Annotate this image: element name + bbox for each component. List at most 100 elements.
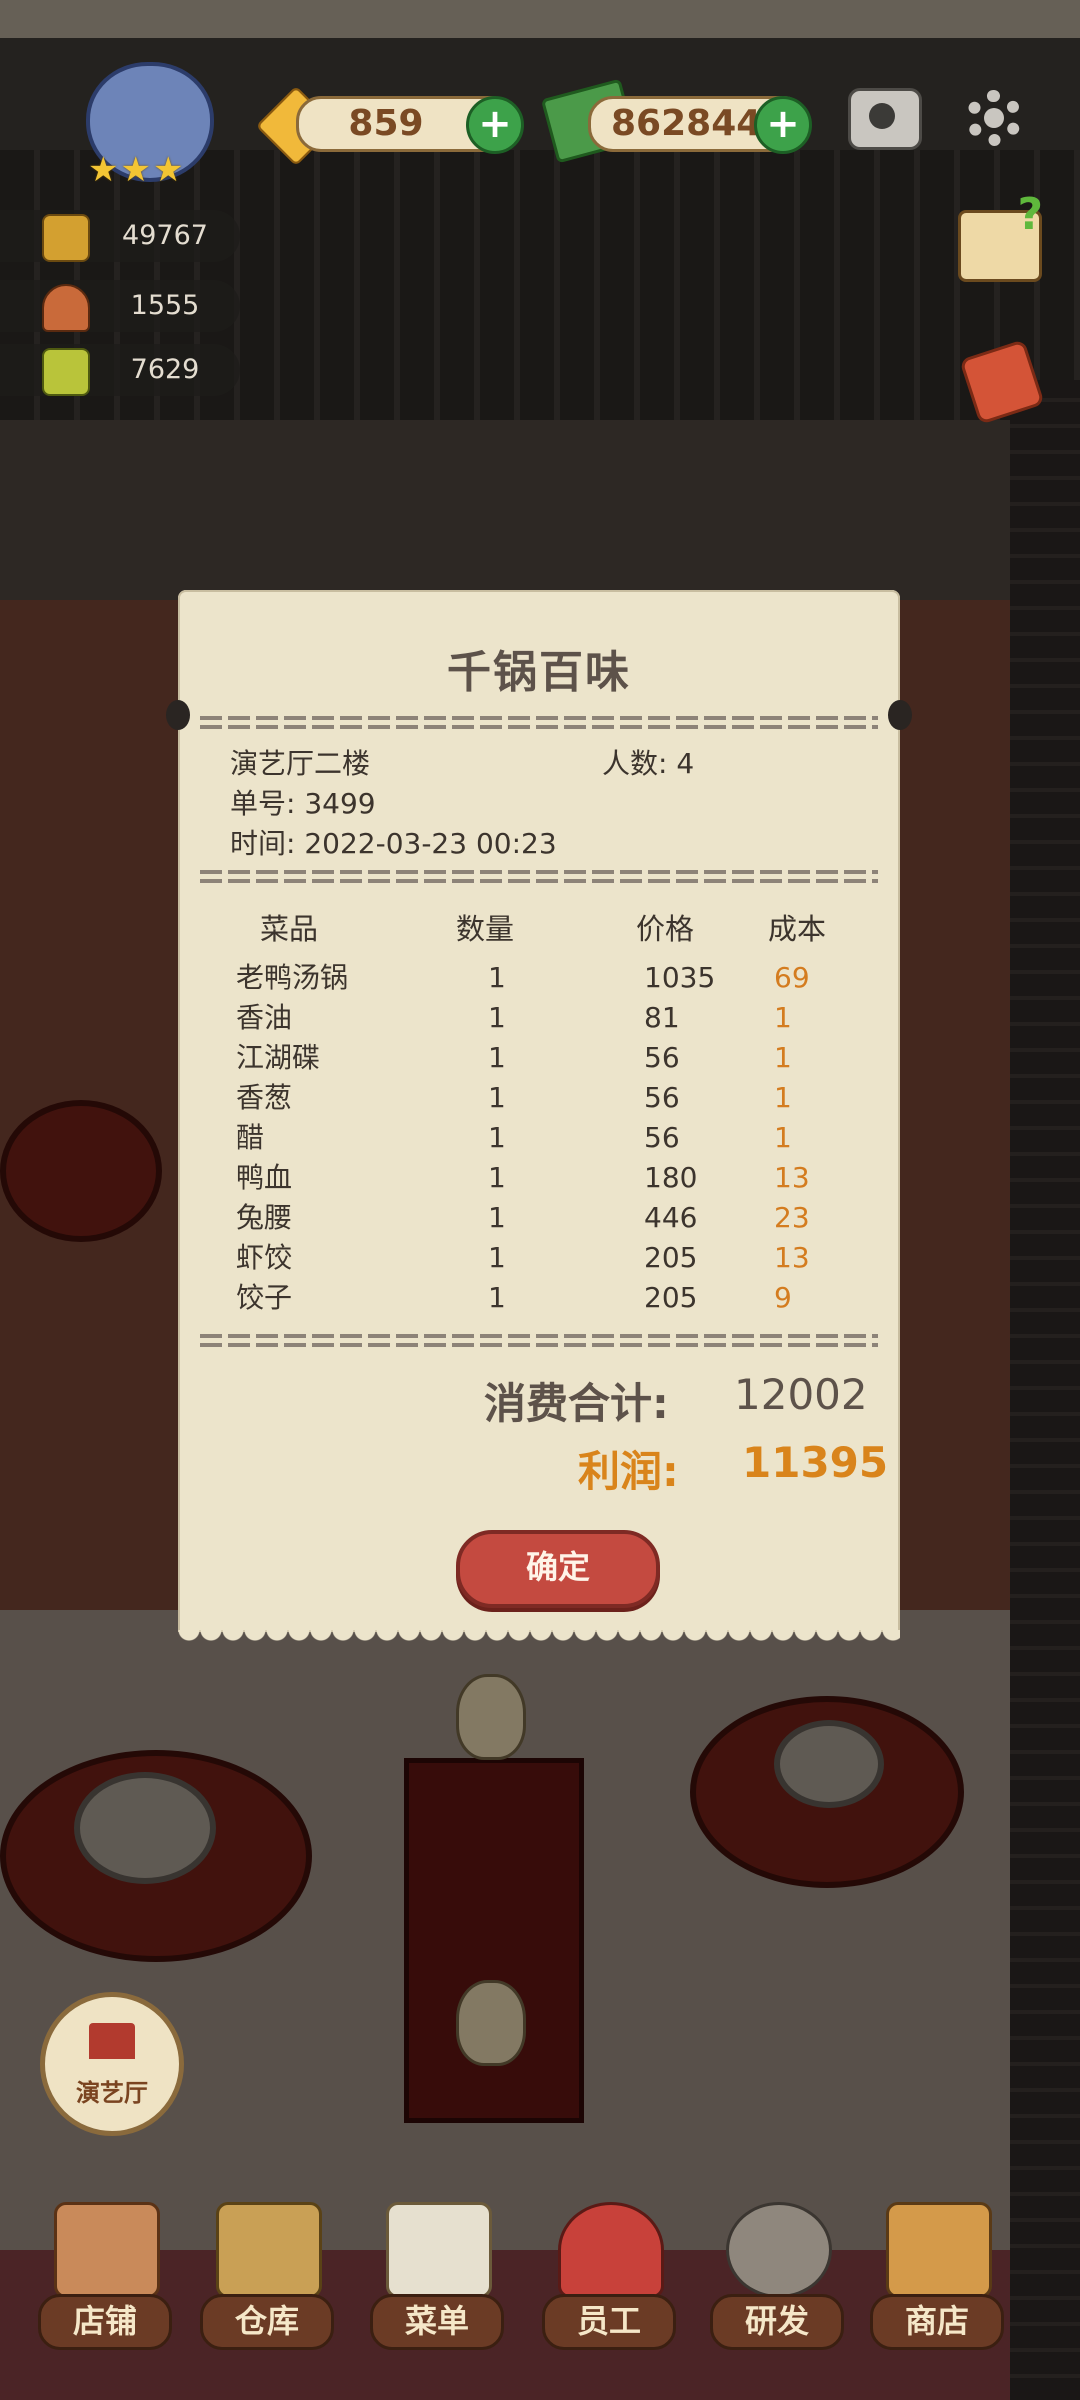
dish-name: 香葱: [236, 1081, 293, 1114]
dish-price: 205: [644, 1281, 698, 1314]
dish-name: 饺子: [236, 1281, 293, 1314]
dish-qty: 1: [488, 1281, 506, 1314]
list-item: 香葱 1 56 1: [178, 1078, 900, 1118]
dish-name: 醋: [236, 1121, 265, 1154]
dish-price: 446: [644, 1201, 698, 1234]
dish-price: 81: [644, 1001, 680, 1034]
staff-chef-icon: [558, 2202, 664, 2298]
resource-row-gold: 49767: [0, 210, 240, 262]
list-item: 江湖碟 1 56 1: [178, 1038, 900, 1078]
menu-clipboard-icon: [386, 2202, 492, 2298]
dish-price: 56: [644, 1081, 680, 1114]
column-dish: 菜品: [260, 912, 319, 946]
nav-research[interactable]: 研发: [702, 2196, 852, 2350]
total-value: 12002: [734, 1370, 868, 1419]
dish-cost: 23: [774, 1201, 810, 1234]
receipt-title: 千锅百味: [447, 647, 631, 698]
dish-cost: 9: [774, 1281, 792, 1314]
order-number: 单号: 3499: [230, 787, 376, 820]
list-item: 虾饺 1 205 13: [178, 1238, 900, 1278]
room-label: 演艺厅二楼: [230, 747, 371, 780]
bell-count: 1555: [130, 290, 200, 321]
gold-pot-icon: [42, 214, 90, 262]
nav-label: 研发: [710, 2294, 844, 2350]
add-cash-button[interactable]: +: [754, 96, 812, 154]
nav-staff[interactable]: 员工: [534, 2196, 684, 2350]
level-stars: ★★★: [88, 150, 186, 190]
venue-button[interactable]: 演艺厅: [40, 1992, 184, 2136]
camera-icon[interactable]: [848, 88, 922, 150]
dish-name: 香油: [236, 1001, 293, 1034]
dish-qty: 1: [488, 1201, 506, 1234]
dish-qty: 1: [488, 1121, 506, 1154]
dish-qty: 1: [488, 1001, 506, 1034]
dish-name: 虾饺: [236, 1241, 293, 1274]
column-qty: 数量: [456, 912, 515, 946]
column-cost: 成本: [768, 912, 827, 946]
resource-row-ticket: 7629: [0, 344, 240, 396]
dish-name: 鸭血: [236, 1161, 293, 1194]
list-item: 香油 1 81 1: [178, 998, 900, 1038]
separator: [200, 716, 878, 730]
cash-count: 862844: [611, 103, 762, 144]
nav-warehouse[interactable]: 仓库: [192, 2196, 342, 2350]
nav-store[interactable]: 商店: [862, 2196, 1012, 2350]
venue-label: 演艺厅: [76, 2079, 148, 2107]
resource-row-bell: 1555: [0, 280, 240, 332]
dish-cost: 1: [774, 1121, 792, 1154]
research-wok-icon: [726, 2202, 832, 2298]
dish-name: 江湖碟: [236, 1041, 321, 1074]
store-stall-icon: [886, 2202, 992, 2298]
help-book-icon[interactable]: [958, 189, 1043, 282]
guest-count: 人数: 4: [602, 747, 695, 780]
dish-price: 1035: [644, 961, 716, 994]
dish-cost: 1: [774, 1081, 792, 1114]
dish-price: 205: [644, 1241, 698, 1274]
nav-label: 商店: [870, 2294, 1004, 2350]
profit-value: 11395: [742, 1438, 889, 1487]
receipt-notch-left: [166, 700, 190, 730]
dish-cost: 1: [774, 1001, 792, 1034]
nav-label: 仓库: [200, 2294, 334, 2350]
list-item: 饺子 1 205 9: [178, 1278, 900, 1318]
separator: [200, 1334, 878, 1348]
dish-qty: 1: [488, 1241, 506, 1274]
dish-cost: 13: [774, 1241, 810, 1274]
ticket-icon: [42, 348, 90, 396]
add-gems-button[interactable]: +: [466, 96, 524, 154]
dish-name: 兔腰: [236, 1201, 293, 1234]
nav-menu[interactable]: 菜单: [362, 2196, 512, 2350]
bell-icon: [42, 284, 90, 332]
confirm-button[interactable]: 确定: [456, 1530, 660, 1608]
list-item: 兔腰 1 446 23: [178, 1198, 900, 1238]
dish-qty: 1: [488, 1081, 506, 1114]
warehouse-boxes-icon: [216, 2202, 322, 2298]
dish-qty: 1: [488, 1161, 506, 1194]
total-label: 消费合计:: [484, 1379, 669, 1428]
bill-receipt: 千锅百味 演艺厅二楼 人数: 4 单号: 3499 时间: 2022-03-23…: [166, 590, 912, 1650]
gear-icon[interactable]: [966, 90, 1022, 146]
profit-label: 利润:: [578, 1447, 679, 1496]
nav-label: 员工: [542, 2294, 676, 2350]
dish-cost: 69: [774, 961, 810, 994]
list-item: 老鸭汤锅 1 1035 69: [178, 958, 900, 998]
receipt-notch-right: [888, 700, 912, 730]
nav-shop[interactable]: 店铺: [30, 2196, 180, 2350]
dish-cost: 1: [774, 1041, 792, 1074]
list-item: 鸭血 1 180 13: [178, 1158, 900, 1198]
column-price: 价格: [636, 912, 695, 946]
gold-count: 49767: [122, 220, 208, 251]
level-badge[interactable]: ★★★: [58, 62, 234, 190]
dish-price: 56: [644, 1121, 680, 1154]
ticket-count: 7629: [130, 354, 200, 385]
separator: [200, 870, 878, 884]
nav-label: 店铺: [38, 2294, 172, 2350]
dish-name: 老鸭汤锅: [236, 961, 349, 994]
dish-qty: 1: [488, 961, 506, 994]
order-time: 时间: 2022-03-23 00:23: [230, 827, 557, 860]
dish-qty: 1: [488, 1041, 506, 1074]
dish-cost: 13: [774, 1161, 810, 1194]
dish-price: 56: [644, 1041, 680, 1074]
gem-count: 859: [348, 103, 424, 144]
list-item: 醋 1 56 1: [178, 1118, 900, 1158]
